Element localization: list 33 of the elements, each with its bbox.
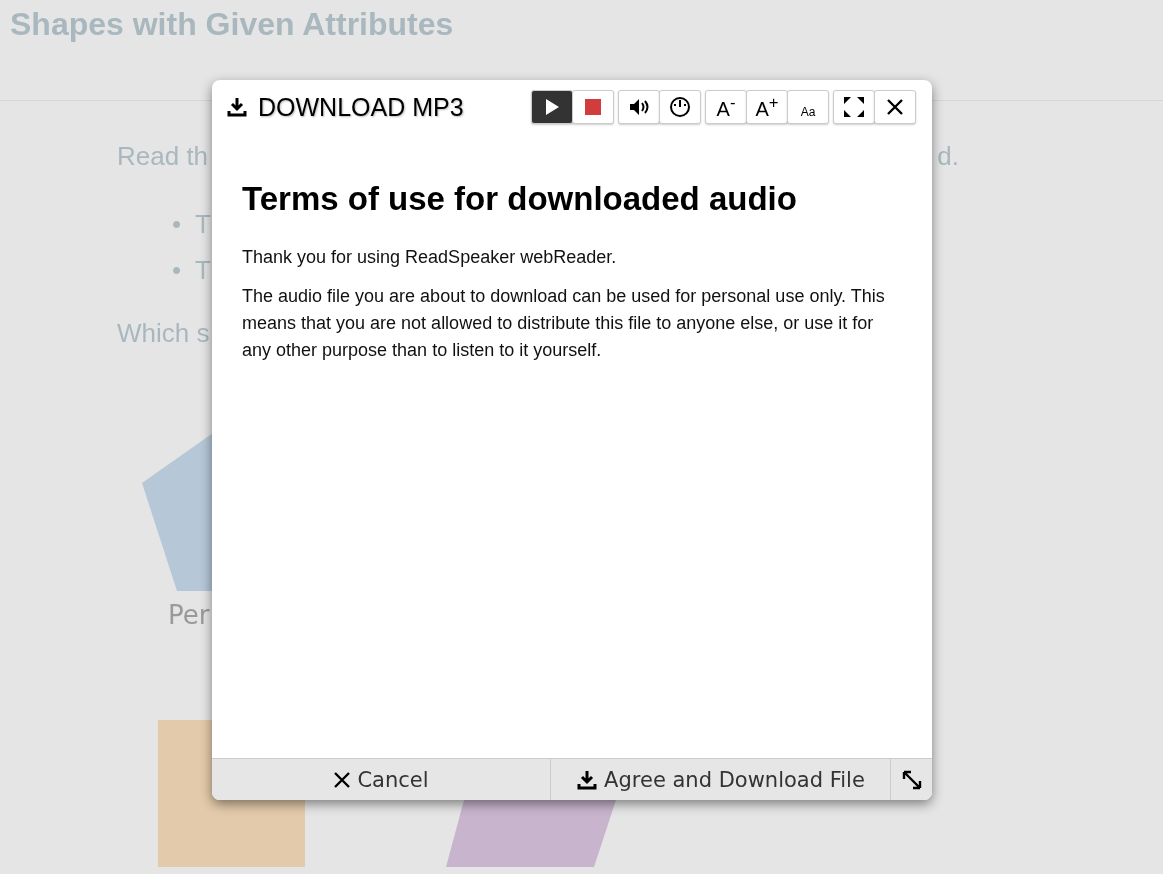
- font-size-button[interactable]: A$^{-}$: [705, 90, 747, 124]
- dialog-title: DOWNLOAD MP3: [258, 92, 464, 122]
- bullet-text: T: [195, 254, 211, 287]
- bullet-marker: •: [172, 254, 182, 287]
- terms-paragraph: The audio file you are about to download can be used for personal use only. This means that you are not allowed to distribute this file to anyone else, or use it for any other purpose than to listen to it yourself.: [242, 285, 886, 362]
- bullet-text: T: [195, 208, 211, 241]
- font-size-button[interactable]: A$^{+}$: [746, 90, 788, 124]
- stop-icon: [585, 99, 601, 115]
- expand-icon: [843, 96, 865, 118]
- volume-button[interactable]: [618, 90, 660, 124]
- resize-icon: [900, 768, 923, 791]
- page-title: Shapes with Given Attributes: [9, 5, 455, 44]
- close-icon: [333, 770, 352, 789]
- close-icon: [886, 98, 904, 116]
- intro-text: Read th: [117, 141, 209, 172]
- speaker-icon: [629, 98, 649, 116]
- intro-text: d.: [937, 141, 959, 172]
- shape-label: Per: [168, 600, 210, 630]
- speed-button[interactable]: [659, 90, 701, 124]
- download-icon: [576, 768, 599, 791]
- terms-heading: Terms of use for downloaded audio: [242, 180, 798, 218]
- terms-paragraph: Thank you for using ReadSpeaker webReader.: [242, 246, 618, 269]
- text-settings-button[interactable]: Aa: [787, 90, 829, 124]
- stop-button[interactable]: [572, 90, 614, 124]
- maximize-button[interactable]: [833, 90, 875, 124]
- play-button[interactable]: [531, 90, 573, 124]
- gauge-icon: [669, 96, 691, 118]
- cancel-button[interactable]: Cancel: [212, 759, 551, 800]
- close-button[interactable]: [874, 90, 916, 124]
- download-icon: [226, 96, 248, 118]
- bullet-marker: •: [172, 208, 182, 241]
- play-icon: [545, 99, 559, 115]
- question-text: Which s: [117, 318, 210, 349]
